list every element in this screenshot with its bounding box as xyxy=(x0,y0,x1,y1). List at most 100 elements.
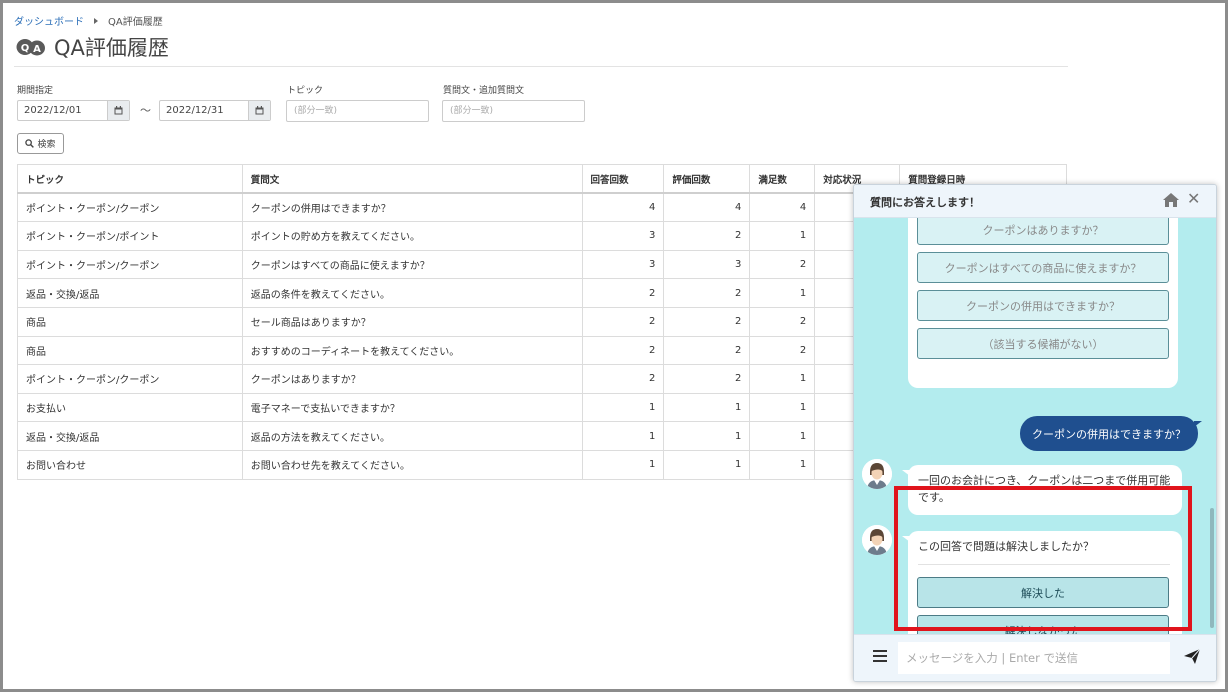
cell-rating-count: 2 xyxy=(663,364,751,394)
date-to-calendar-button[interactable] xyxy=(248,101,270,120)
cell-satisfied-count: 1 xyxy=(749,449,816,480)
column-header-question[interactable]: 質問文 xyxy=(241,164,583,195)
home-icon[interactable] xyxy=(1163,193,1179,207)
cell-topic: ポイント・クーポン/ポイント xyxy=(17,221,243,251)
suggestion-button[interactable]: クーポンの併用はできますか？ xyxy=(917,290,1169,321)
cell-topic: 商品 xyxy=(17,335,243,366)
cell-topic: ポイント・クーポン/クーポン xyxy=(17,192,243,223)
cell-satisfied-count: 2 xyxy=(749,306,816,337)
cell-question: 返品の方法を教えてください。 xyxy=(241,421,583,451)
menu-icon[interactable] xyxy=(873,650,887,662)
cell-question: クーポンはすべての商品に使えますか？ xyxy=(241,249,583,280)
cell-rating-count: 1 xyxy=(663,449,751,480)
cell-answer-count: 2 xyxy=(581,335,665,366)
column-header-rating-count[interactable]: 評価回数 xyxy=(663,164,751,195)
cell-question: おすすめのコーディネートを教えてください。 xyxy=(241,335,583,366)
bot-avatar xyxy=(862,459,892,489)
cell-question: クーポンはありますか？ xyxy=(241,364,583,394)
question-label: 質問文・追加質問文 xyxy=(443,86,525,96)
breadcrumb-dashboard-link[interactable]: ダッシュボード xyxy=(14,13,84,28)
qa-logo-icon: Q A xyxy=(16,39,45,56)
suggestion-button-none[interactable]: （該当する候補がない） xyxy=(917,328,1169,359)
chat-title: 質問にお答えします！ xyxy=(870,196,980,209)
search-icon xyxy=(25,139,35,148)
user-message: クーポンの併用はできますか？ xyxy=(1020,416,1198,451)
cell-rating-count: 4 xyxy=(663,192,751,223)
column-header-topic[interactable]: トピック xyxy=(17,164,243,195)
search-button[interactable]: 検索 xyxy=(17,133,64,154)
bot-avatar-icon xyxy=(862,525,892,555)
calendar-icon xyxy=(114,106,123,115)
svg-text:A: A xyxy=(33,44,41,55)
cell-satisfied-count: 1 xyxy=(749,278,816,308)
date-from-calendar-button[interactable] xyxy=(107,101,129,120)
annotation-highlight-box xyxy=(894,486,1192,631)
cell-question: クーポンの併用はできますか？ xyxy=(241,192,583,223)
cell-answer-count: 2 xyxy=(581,278,665,308)
column-header-answer-count[interactable]: 回答回数 xyxy=(581,164,665,195)
date-to-value: 2022/12/31 xyxy=(166,105,224,116)
cell-satisfied-count: 1 xyxy=(749,392,816,423)
page-header: Q A QA評価履歴 xyxy=(16,32,169,62)
topic-label: トピック xyxy=(287,86,324,96)
chat-footer: メッセージを入力 | Enter で送信 xyxy=(854,634,1216,681)
bot-avatar-icon xyxy=(862,459,892,489)
date-to-input[interactable]: 2022/12/31 xyxy=(159,100,271,121)
user-message-tail xyxy=(1194,421,1202,427)
search-button-label: 検索 xyxy=(37,140,56,150)
chat-scrollbar[interactable] xyxy=(1210,508,1214,628)
question-input[interactable]: (部分一致) xyxy=(442,100,585,122)
title-divider xyxy=(14,66,1068,67)
topic-input[interactable]: (部分一致) xyxy=(286,100,429,122)
cell-question: 返品の条件を教えてください。 xyxy=(241,278,583,308)
bot-avatar xyxy=(862,525,892,555)
cell-satisfied-count: 2 xyxy=(749,335,816,366)
cell-topic: お支払い xyxy=(17,392,243,423)
suggestion-button[interactable]: クーポンはすべての商品に使えますか？ xyxy=(917,252,1169,283)
period-label: 期間指定 xyxy=(17,86,54,96)
cell-topic: 商品 xyxy=(17,306,243,337)
cell-satisfied-count: 1 xyxy=(749,421,816,451)
cell-answer-count: 2 xyxy=(581,364,665,394)
cell-topic: 返品・交換/返品 xyxy=(17,278,243,308)
date-from-value: 2022/12/01 xyxy=(24,105,82,116)
suggestion-bubble: クーポンはありますか？ クーポンはすべての商品に使えますか？ クーポンの併用はで… xyxy=(908,218,1178,388)
suggestion-button[interactable]: クーポンはありますか？ xyxy=(917,218,1169,245)
breadcrumb-separator-icon xyxy=(94,17,98,24)
send-icon[interactable] xyxy=(1184,649,1200,664)
cell-topic: お問い合わせ xyxy=(17,449,243,480)
cell-answer-count: 4 xyxy=(581,192,665,223)
cell-satisfied-count: 4 xyxy=(749,192,816,223)
cell-rating-count: 1 xyxy=(663,392,751,423)
cell-question: お問い合わせ先を教えてください。 xyxy=(241,449,583,480)
cell-rating-count: 2 xyxy=(663,278,751,308)
bot-answer-tail xyxy=(902,470,910,476)
cell-satisfied-count: 2 xyxy=(749,249,816,280)
breadcrumb: ダッシュボード QA評価履歴 xyxy=(14,13,163,28)
close-icon[interactable]: ✕ xyxy=(1187,191,1200,207)
cell-rating-count: 2 xyxy=(663,221,751,251)
cell-answer-count: 1 xyxy=(581,421,665,451)
chat-header: 質問にお答えします！ ✕ xyxy=(854,185,1216,218)
svg-text:Q: Q xyxy=(21,43,30,54)
cell-rating-count: 3 xyxy=(663,249,751,280)
cell-answer-count: 1 xyxy=(581,449,665,480)
cell-answer-count: 3 xyxy=(581,221,665,251)
calendar-icon xyxy=(255,106,264,115)
column-header-satisfied-count[interactable]: 満足数 xyxy=(749,164,816,195)
cell-question: セール商品はありますか？ xyxy=(241,306,583,337)
cell-satisfied-count: 1 xyxy=(749,364,816,394)
breadcrumb-current: QA評価履歴 xyxy=(108,17,163,28)
cell-topic: 返品・交換/返品 xyxy=(17,421,243,451)
cell-rating-count: 1 xyxy=(663,421,751,451)
cell-satisfied-count: 1 xyxy=(749,221,816,251)
cell-answer-count: 2 xyxy=(581,306,665,337)
date-from-input[interactable]: 2022/12/01 xyxy=(17,100,130,121)
cell-topic: ポイント・クーポン/クーポン xyxy=(17,249,243,280)
date-range-separator: ～ xyxy=(140,104,151,117)
cell-answer-count: 3 xyxy=(581,249,665,280)
cell-question: ポイントの貯め方を教えてください。 xyxy=(241,221,583,251)
cell-rating-count: 2 xyxy=(663,306,751,337)
cell-topic: ポイント・クーポン/クーポン xyxy=(17,364,243,394)
message-input[interactable]: メッセージを入力 | Enter で送信 xyxy=(898,642,1170,674)
